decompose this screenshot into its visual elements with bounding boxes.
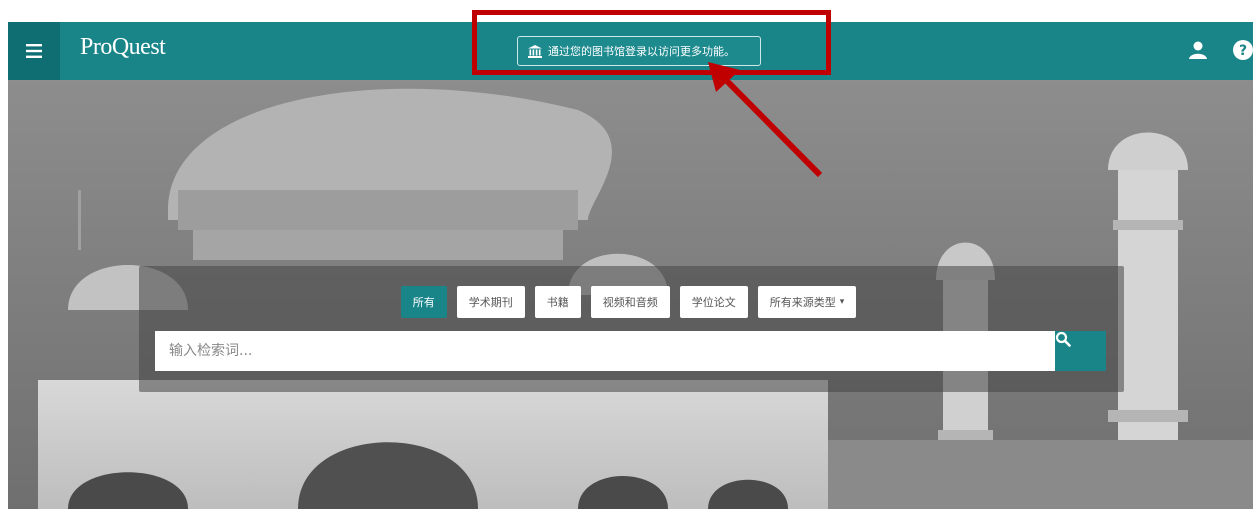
tab-all[interactable]: 所有 [400, 286, 447, 318]
caret-down-icon: ▾ [839, 297, 845, 307]
svg-text:?: ? [1239, 43, 1247, 59]
user-icon[interactable] [1188, 40, 1208, 64]
tab-scholarly-journals[interactable]: 学术期刊 [456, 286, 525, 318]
search-input[interactable] [155, 331, 1055, 371]
hero-background-image: 所有 学术期刊 书籍 视频和音频 学位论文 所有来源类型 ▾ [8, 80, 1253, 509]
source-type-tabs: 所有 学术期刊 书籍 视频和音频 学位论文 所有来源类型 ▾ [139, 286, 1124, 318]
tab-dissertations[interactable]: 学位论文 [679, 286, 748, 318]
search-button[interactable] [1055, 331, 1106, 371]
search-icon [1055, 331, 1071, 347]
tab-all-source-types-label: 所有来源类型 [769, 296, 836, 309]
tab-video-audio[interactable]: 视频和音频 [590, 286, 670, 318]
question-icon[interactable]: ? [1232, 39, 1253, 65]
menu-button[interactable] [8, 22, 60, 80]
proquest-page: ProQuest 通过您的图书馆登录以访问更多功能。 ? 所有 学术期刊 书籍 … [8, 22, 1253, 509]
annotation-arrow [708, 62, 823, 178]
hamburger-icon [26, 44, 42, 58]
proquest-logo[interactable]: ProQuest [80, 34, 166, 61]
tab-books[interactable]: 书籍 [534, 286, 581, 318]
tab-all-source-types-dropdown[interactable]: 所有来源类型 ▾ [757, 286, 857, 318]
search-panel: 所有 学术期刊 书籍 视频和音频 学位论文 所有来源类型 ▾ [139, 266, 1124, 392]
